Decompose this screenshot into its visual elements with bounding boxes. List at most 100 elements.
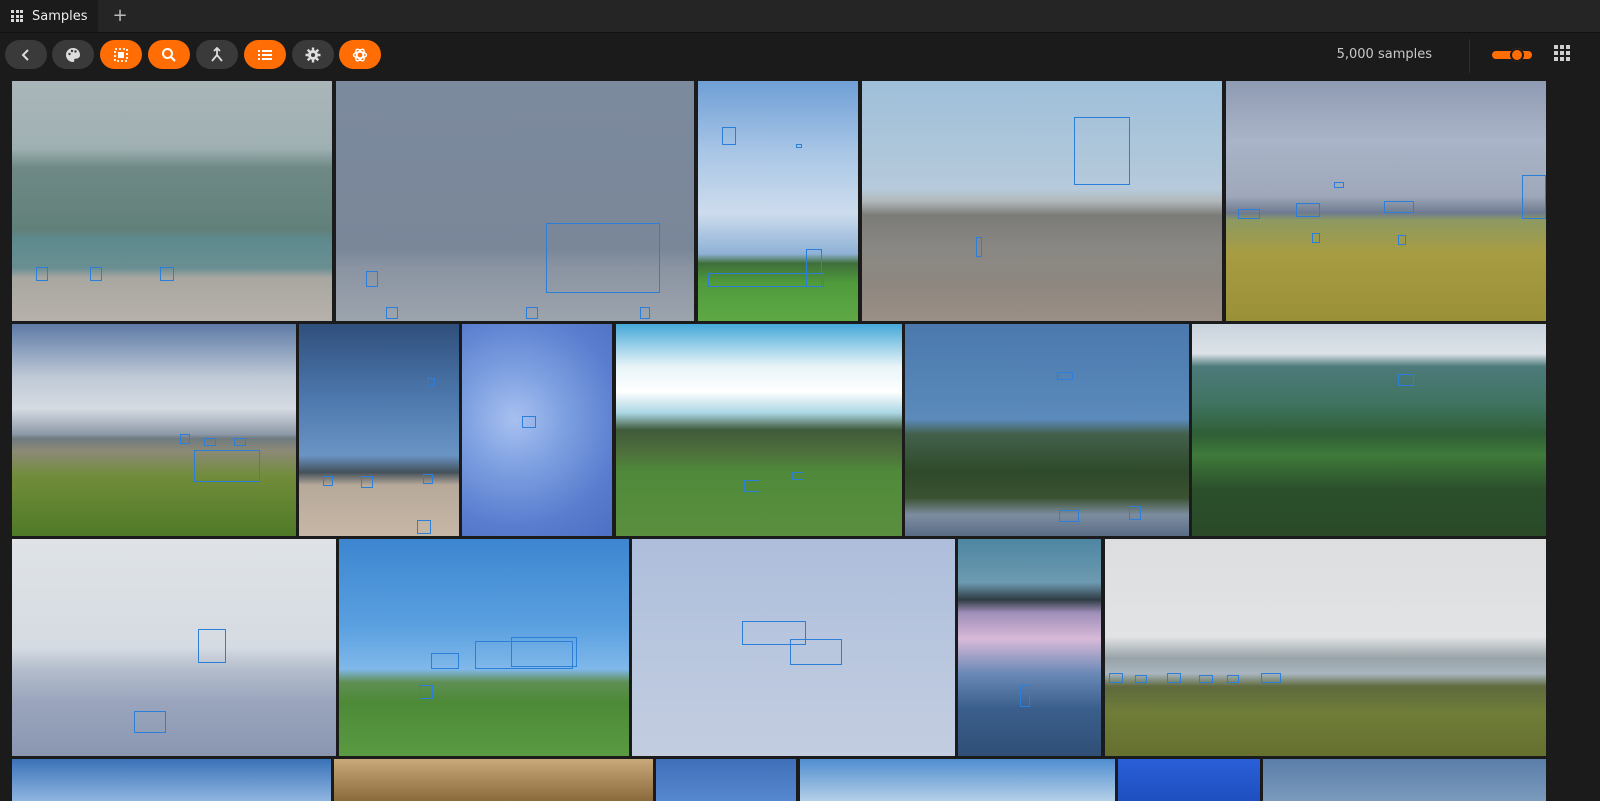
sample-tile[interactable] — [462, 324, 612, 536]
merge-button[interactable] — [196, 40, 238, 69]
sample-tile[interactable] — [616, 324, 902, 536]
detection-box — [796, 144, 802, 148]
divider — [1469, 39, 1470, 73]
detection-box — [976, 237, 982, 257]
sample-tile[interactable] — [800, 759, 1115, 801]
detection-box — [792, 472, 804, 480]
detection-box — [1384, 201, 1414, 213]
detection-box — [417, 520, 431, 534]
detection-box — [386, 307, 398, 319]
detection-box — [1135, 675, 1147, 683]
detection-box — [361, 476, 373, 488]
detection-box — [1398, 235, 1406, 245]
back-button[interactable] — [5, 40, 47, 69]
detection-box — [640, 307, 650, 319]
grid-icon — [11, 10, 23, 22]
search-icon — [162, 47, 176, 62]
tab-samples[interactable]: Samples — [0, 0, 98, 32]
detection-box — [134, 711, 166, 733]
settings-button[interactable] — [292, 40, 334, 69]
label-toggle[interactable] — [1492, 48, 1532, 62]
sample-tile[interactable] — [12, 539, 336, 756]
sample-tile[interactable] — [862, 81, 1222, 321]
detection-box — [431, 653, 459, 669]
detection-box — [806, 249, 822, 287]
selection-button[interactable] — [100, 40, 142, 69]
select-icon — [114, 47, 128, 62]
palette-icon — [66, 47, 81, 62]
detection-box — [1296, 203, 1320, 217]
detection-box — [1074, 117, 1130, 185]
sample-grid — [0, 80, 1600, 801]
detection-box — [1109, 673, 1123, 683]
detection-box — [1167, 673, 1181, 683]
detection-box — [427, 378, 435, 386]
detection-box — [1227, 675, 1239, 683]
merge-icon — [211, 46, 223, 62]
detection-box — [366, 271, 378, 287]
detection-box — [419, 685, 433, 699]
detection-box — [234, 438, 246, 446]
scrollbar[interactable] — [1580, 80, 1592, 801]
sample-tile[interactable] — [1118, 759, 1260, 801]
detection-box — [36, 267, 48, 281]
list-icon — [258, 49, 272, 60]
openai-button[interactable] — [339, 40, 381, 69]
detection-box — [790, 639, 842, 665]
detection-box — [1129, 506, 1141, 520]
detection-box — [180, 434, 190, 444]
detection-box — [323, 476, 333, 486]
sample-tile[interactable] — [698, 81, 858, 321]
color-button[interactable] — [52, 40, 94, 69]
sample-tile[interactable] — [12, 759, 331, 801]
detection-box — [526, 307, 538, 319]
detection-box — [194, 450, 260, 482]
sample-tile[interactable] — [336, 81, 694, 321]
grid-size-icon[interactable] — [1554, 45, 1570, 61]
detection-box — [423, 474, 433, 484]
tab-label: Samples — [32, 8, 88, 24]
sample-tile[interactable] — [334, 759, 653, 801]
detection-box — [1057, 372, 1073, 380]
detection-box — [1020, 685, 1030, 707]
detection-box — [160, 267, 174, 281]
detection-box — [1238, 209, 1260, 219]
detection-box — [744, 480, 760, 492]
sample-tile[interactable] — [632, 539, 955, 756]
detection-box — [522, 416, 536, 428]
sample-tile[interactable] — [12, 81, 332, 321]
chevron-left-icon — [21, 48, 29, 61]
detection-box — [1334, 182, 1344, 188]
sample-tile[interactable] — [656, 759, 796, 801]
tab-bar: Samples + — [0, 0, 1600, 33]
openai-icon — [352, 47, 368, 62]
detection-box — [1261, 673, 1281, 683]
detection-box — [546, 223, 660, 293]
search-button[interactable] — [148, 40, 190, 69]
detection-box — [511, 637, 577, 667]
detection-box — [198, 629, 226, 663]
toggle-knob — [1510, 48, 1524, 62]
detection-box — [722, 127, 736, 145]
sample-tile[interactable] — [958, 539, 1101, 756]
detection-box — [1312, 233, 1320, 243]
sample-tile[interactable] — [1105, 539, 1546, 756]
detection-box — [1522, 175, 1546, 219]
add-tab-button[interactable]: + — [110, 5, 130, 27]
detection-box — [90, 267, 102, 281]
sample-count: 5,000 samples — [1336, 47, 1432, 62]
toolbar: 5,000 samples — [0, 33, 1600, 78]
sample-tile[interactable] — [905, 324, 1189, 536]
sample-tile[interactable] — [1263, 759, 1546, 801]
detection-box — [204, 438, 216, 446]
detection-box — [1059, 510, 1079, 522]
sample-tile[interactable] — [1226, 81, 1546, 321]
detection-box — [1199, 675, 1213, 683]
sample-tile[interactable] — [1192, 324, 1546, 536]
sample-tile[interactable] — [299, 324, 459, 536]
sample-tile[interactable] — [339, 539, 629, 756]
list-button[interactable] — [244, 40, 286, 69]
detection-box — [1398, 374, 1414, 386]
sample-tile[interactable] — [12, 324, 296, 536]
gear-icon — [305, 47, 321, 62]
